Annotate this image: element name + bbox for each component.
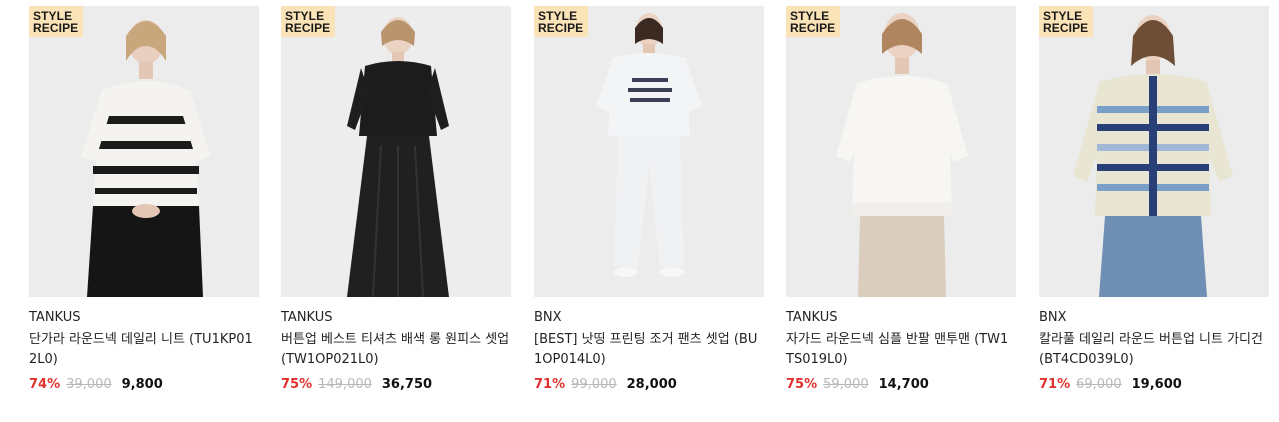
- product-image[interactable]: STYLE RECIPE: [281, 6, 511, 297]
- style-recipe-badge: STYLE RECIPE: [786, 6, 841, 37]
- style-recipe-badge: STYLE RECIPE: [29, 6, 84, 37]
- product-brand[interactable]: TANKUS: [281, 310, 511, 326]
- product-image[interactable]: STYLE RECIPE: [534, 6, 764, 297]
- product-photo-white-sweatshirt: [786, 6, 1016, 297]
- product-name[interactable]: 단가라 라운드넥 데일리 니트 (TU1KP012L0): [29, 330, 259, 370]
- original-price: 69,000: [1076, 377, 1122, 392]
- product-brand[interactable]: BNX: [534, 310, 764, 326]
- original-price: 39,000: [66, 377, 112, 392]
- style-recipe-badge: STYLE RECIPE: [1039, 6, 1094, 37]
- product-card[interactable]: STYLE RECIPE TANKUS 자가드 라운드넥 심플 반팔 맨투맨 (…: [786, 6, 1016, 393]
- original-price: 149,000: [318, 377, 372, 392]
- discount-rate: 75%: [786, 377, 818, 392]
- product-card[interactable]: STYLE RECIPE BNX 칼라풀 데일리 라운드 버튼업 니트 가디건 …: [1039, 6, 1269, 393]
- price-row: 75% 149,000 36,750: [281, 377, 511, 393]
- product-card[interactable]: STYLE RECIPE TANKUS 버튼업 베스트 티셔츠 배색 롱 원피스…: [281, 6, 511, 393]
- original-price: 59,000: [823, 377, 869, 392]
- discount-rate: 71%: [1039, 377, 1071, 392]
- product-image[interactable]: STYLE RECIPE: [29, 6, 259, 297]
- price-row: 71% 99,000 28,000: [534, 377, 764, 393]
- product-name[interactable]: 자가드 라운드넥 심플 반팔 맨투맨 (TW1TS019L0): [786, 330, 1016, 370]
- style-recipe-badge: STYLE RECIPE: [281, 6, 336, 37]
- discount-rate: 71%: [534, 377, 566, 392]
- product-name[interactable]: 칼라풀 데일리 라운드 버튼업 니트 가디건 (BT4CD039L0): [1039, 330, 1269, 370]
- original-price: 99,000: [571, 377, 617, 392]
- product-photo-black-dress: [281, 6, 511, 297]
- sale-price: 14,700: [878, 377, 929, 392]
- product-image[interactable]: STYLE RECIPE: [786, 6, 1016, 297]
- discount-rate: 74%: [29, 377, 61, 392]
- style-recipe-badge: STYLE RECIPE: [534, 6, 589, 37]
- product-card[interactable]: STYLE RECIPE TANKUS 단가라 라운드넥 데일리 니트 (TU1…: [29, 6, 259, 393]
- product-name[interactable]: [BEST] 낫띵 프린팅 조거 팬츠 셋업 (BU1OP014L0): [534, 330, 764, 370]
- product-photo-striped-knit: [29, 6, 259, 297]
- product-photo-jogger-set: [534, 6, 764, 297]
- product-name[interactable]: 버튼업 베스트 티셔츠 배색 롱 원피스 셋업 (TW1OP021L0): [281, 330, 511, 370]
- product-brand[interactable]: BNX: [1039, 310, 1269, 326]
- price-row: 74% 39,000 9,800: [29, 377, 259, 393]
- discount-rate: 75%: [281, 377, 313, 392]
- sale-price: 19,600: [1131, 377, 1182, 392]
- price-row: 75% 59,000 14,700: [786, 377, 1016, 393]
- product-brand[interactable]: TANKUS: [786, 310, 1016, 326]
- product-photo-cardigan: [1039, 6, 1269, 297]
- sale-price: 9,800: [121, 377, 163, 392]
- sale-price: 36,750: [381, 377, 433, 392]
- product-grid: STYLE RECIPE TANKUS 단가라 라운드넥 데일리 니트 (TU1…: [0, 0, 1279, 422]
- sale-price: 28,000: [626, 377, 677, 392]
- product-brand[interactable]: TANKUS: [29, 310, 259, 326]
- product-image[interactable]: STYLE RECIPE: [1039, 6, 1269, 297]
- product-card[interactable]: STYLE RECIPE BNX [BEST] 낫띵 프린팅 조거 팬츠 셋업 …: [534, 6, 764, 393]
- price-row: 71% 69,000 19,600: [1039, 377, 1269, 393]
